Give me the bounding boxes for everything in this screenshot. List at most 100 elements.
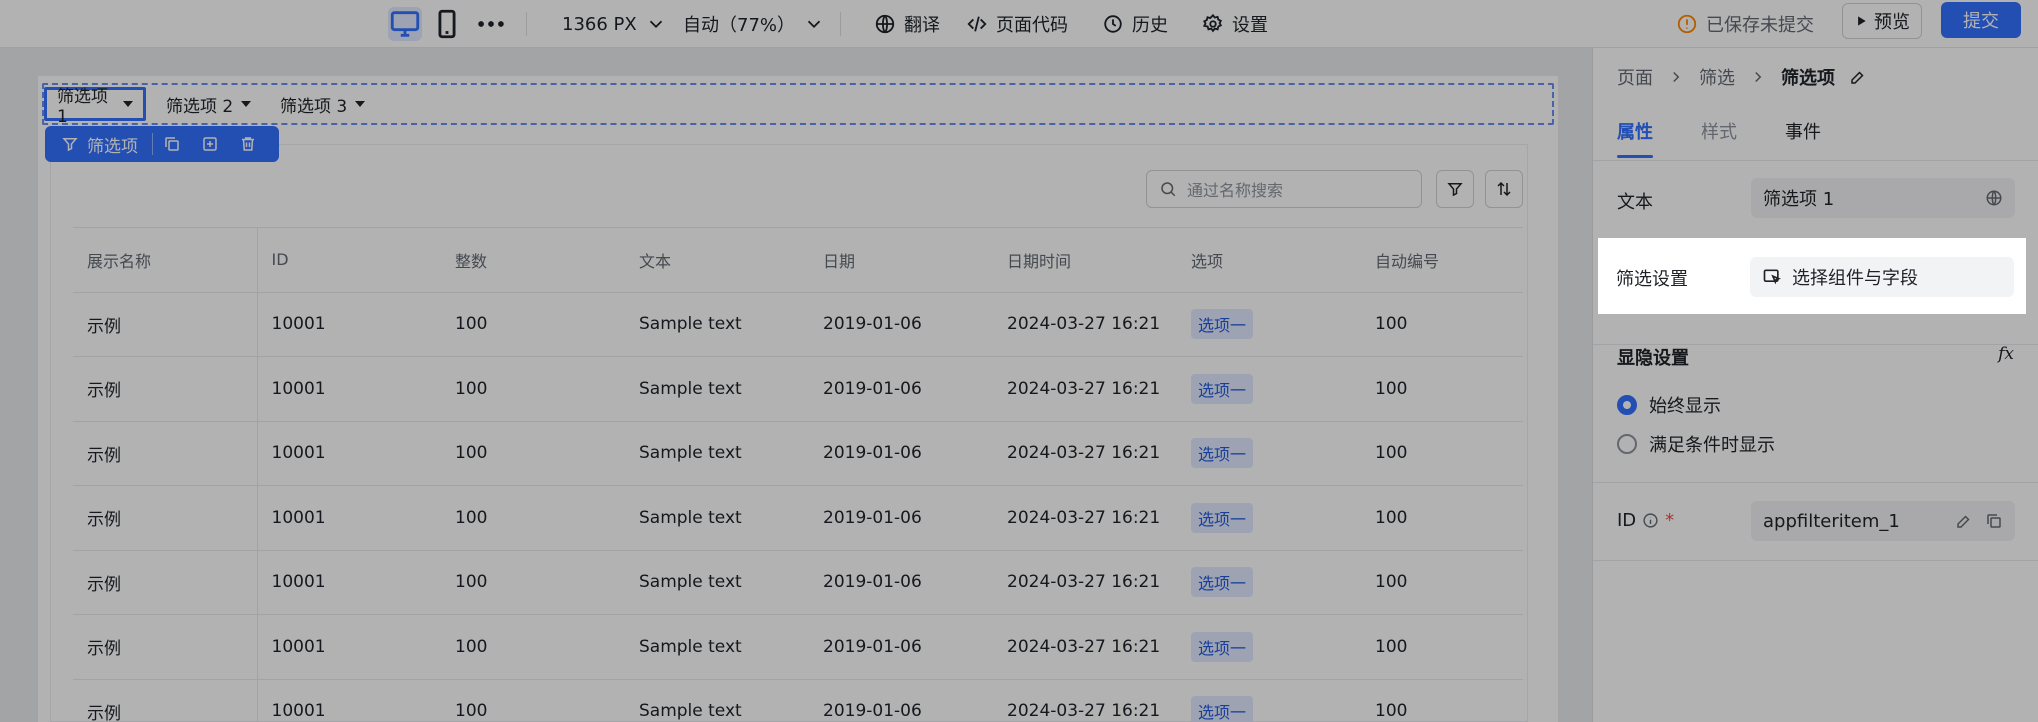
chevron-down-icon bbox=[649, 20, 662, 29]
column-header[interactable]: 整数 bbox=[441, 227, 625, 293]
id-label: ID bbox=[1617, 510, 1637, 531]
table-row[interactable]: 示例 10001 100 Sample text 2019-01-06 2024-03-2… bbox=[73, 485, 1523, 551]
table-cell: 2019-01-06 bbox=[809, 485, 993, 551]
table-cell: 2024-03-27 16:21 bbox=[993, 614, 1177, 680]
monitor-icon bbox=[390, 11, 420, 37]
panel-tabs: 属性 样式 事件 bbox=[1617, 118, 1821, 158]
play-icon bbox=[1858, 16, 1866, 26]
column-header[interactable]: 日期 bbox=[809, 227, 993, 293]
radio-always-show[interactable]: 始终显示 bbox=[1617, 392, 1721, 418]
caret-down-icon bbox=[241, 101, 252, 107]
table-cell: 2019-01-06 bbox=[809, 356, 993, 422]
table-cell: 100 bbox=[441, 485, 625, 551]
option-tag: 选项一 bbox=[1191, 567, 1254, 598]
table-cell: 示例 bbox=[73, 550, 258, 615]
phone-icon bbox=[438, 9, 456, 39]
table-cell: 选项一 bbox=[1177, 614, 1361, 680]
zoom-select[interactable]: 自动（77%） bbox=[683, 0, 825, 48]
table-cell: 10001 bbox=[257, 485, 441, 551]
column-header[interactable]: 日期时间 bbox=[993, 227, 1177, 293]
table-row[interactable]: 示例 10001 100 Sample text 2019-01-06 2024-03-2… bbox=[73, 421, 1523, 486]
filter-bar[interactable] bbox=[42, 83, 1554, 125]
radio-button[interactable] bbox=[1617, 434, 1637, 454]
search-input[interactable]: 通过名称搜索 bbox=[1146, 170, 1422, 208]
filter-chip-label: 筛选项 2 bbox=[166, 96, 234, 117]
table-row[interactable]: 示例 10001 100 Sample text 2019-01-06 2024-03-2… bbox=[73, 356, 1523, 422]
column-header[interactable]: 文本 bbox=[625, 227, 809, 293]
more-icon bbox=[478, 21, 504, 27]
column-header[interactable]: 自动编号 bbox=[1361, 227, 1523, 293]
sort-icon bbox=[1497, 181, 1511, 197]
zoom-select-label: 自动（77%） bbox=[683, 15, 796, 36]
table-row[interactable]: 示例 10001 100 Sample text 2019-01-06 2024-03-2… bbox=[73, 679, 1523, 722]
search-icon bbox=[1161, 182, 1176, 197]
table-cell: 2019-01-06 bbox=[809, 292, 993, 357]
width-select[interactable]: 1366 PX bbox=[562, 0, 667, 48]
chevron-right-icon bbox=[1673, 71, 1680, 83]
sort-button[interactable] bbox=[1485, 170, 1523, 208]
tab-events[interactable]: 事件 bbox=[1785, 118, 1821, 158]
text-field[interactable]: 筛选项 1 bbox=[1751, 178, 2015, 218]
option-tag: 选项一 bbox=[1191, 696, 1254, 722]
radio-label: 满足条件时显示 bbox=[1649, 435, 1775, 456]
component-toolbar-title[interactable]: 筛选项 bbox=[45, 133, 153, 157]
breadcrumb: 页面 筛选 筛选项 bbox=[1617, 64, 1867, 90]
properties-panel: 页面 筛选 筛选项 属性 样式 事件 文本 筛选项 1 显隐设置 fx 始终显示… bbox=[1592, 48, 2038, 722]
table-cell: 100 bbox=[441, 679, 625, 722]
history-icon bbox=[1104, 15, 1122, 33]
visibility-label: 显隐设置 bbox=[1617, 348, 1689, 369]
table-cell: 2024-03-27 16:21 bbox=[993, 485, 1177, 551]
table-cell: 示例 bbox=[73, 485, 258, 551]
translate-button[interactable]: 翻译 bbox=[874, 0, 940, 48]
formula-icon[interactable]: fx bbox=[1998, 344, 2014, 364]
table-cell: 100 bbox=[441, 421, 625, 486]
column-header[interactable]: 选项 bbox=[1177, 227, 1361, 293]
edit-icon[interactable] bbox=[1955, 512, 1973, 530]
breadcrumb-item[interactable]: 页面 bbox=[1617, 64, 1653, 90]
filter-chip-1[interactable]: 筛选项 1 bbox=[44, 87, 146, 127]
submit-button[interactable]: 提交 bbox=[1941, 2, 2021, 38]
page-code-label: 页面代码 bbox=[996, 15, 1068, 36]
id-field-value: appfilteritem_1 bbox=[1763, 510, 1900, 532]
funnel-icon bbox=[1447, 183, 1463, 197]
table-row[interactable]: 示例 10001 100 Sample text 2019-01-06 2024-03-2… bbox=[73, 550, 1523, 615]
table-cell: 选项一 bbox=[1177, 485, 1361, 551]
radio-button[interactable] bbox=[1617, 395, 1637, 415]
filter-button[interactable] bbox=[1436, 170, 1474, 208]
delete-button[interactable] bbox=[229, 135, 267, 153]
table-cell: 100 bbox=[441, 292, 625, 357]
mobile-view-button[interactable] bbox=[430, 7, 464, 41]
page-code-button[interactable]: 页面代码 bbox=[966, 0, 1068, 48]
column-header[interactable]: ID bbox=[257, 227, 441, 293]
radio-conditional-show[interactable]: 满足条件时显示 bbox=[1617, 431, 1775, 457]
table-cell: Sample text bbox=[625, 421, 809, 486]
history-button[interactable]: 历史 bbox=[1102, 0, 1168, 48]
table-cell: 100 bbox=[1361, 485, 1523, 551]
settings-button[interactable]: 设置 bbox=[1202, 0, 1268, 48]
copy-icon[interactable] bbox=[1985, 512, 2003, 530]
duplicate-icon bbox=[203, 137, 217, 151]
info-icon[interactable] bbox=[1642, 512, 1659, 529]
more-button[interactable] bbox=[474, 7, 508, 41]
option-tag: 选项一 bbox=[1191, 502, 1254, 533]
edit-icon[interactable] bbox=[1849, 68, 1867, 86]
globe-icon bbox=[875, 14, 895, 34]
breadcrumb-item[interactable]: 筛选 bbox=[1699, 64, 1735, 90]
tab-styles[interactable]: 样式 bbox=[1701, 118, 1737, 158]
preview-button[interactable]: 预览 bbox=[1842, 3, 1922, 39]
table-row[interactable]: 示例 10001 100 Sample text 2019-01-06 2024-03-2… bbox=[73, 292, 1523, 357]
desktop-view-button[interactable] bbox=[388, 7, 422, 41]
column-header[interactable]: 展示名称 bbox=[73, 227, 258, 293]
table-row[interactable]: 示例 10001 100 Sample text 2019-01-06 2024-03-2… bbox=[73, 614, 1523, 680]
select-component-icon bbox=[1763, 269, 1782, 285]
filter-chip-2[interactable]: 筛选项 2 bbox=[156, 87, 261, 121]
table-cell: 10001 bbox=[257, 679, 441, 722]
copy-button[interactable] bbox=[153, 135, 191, 153]
tab-properties[interactable]: 属性 bbox=[1617, 118, 1653, 158]
filter-settings-field[interactable]: 选择组件与字段 bbox=[1750, 257, 2014, 297]
duplicate-button[interactable] bbox=[191, 135, 229, 153]
radio-label: 始终显示 bbox=[1649, 396, 1721, 417]
globe-icon[interactable] bbox=[1985, 189, 2003, 207]
id-field[interactable]: appfilteritem_1 bbox=[1751, 501, 2015, 541]
filter-chip-3[interactable]: 筛选项 3 bbox=[270, 87, 375, 121]
